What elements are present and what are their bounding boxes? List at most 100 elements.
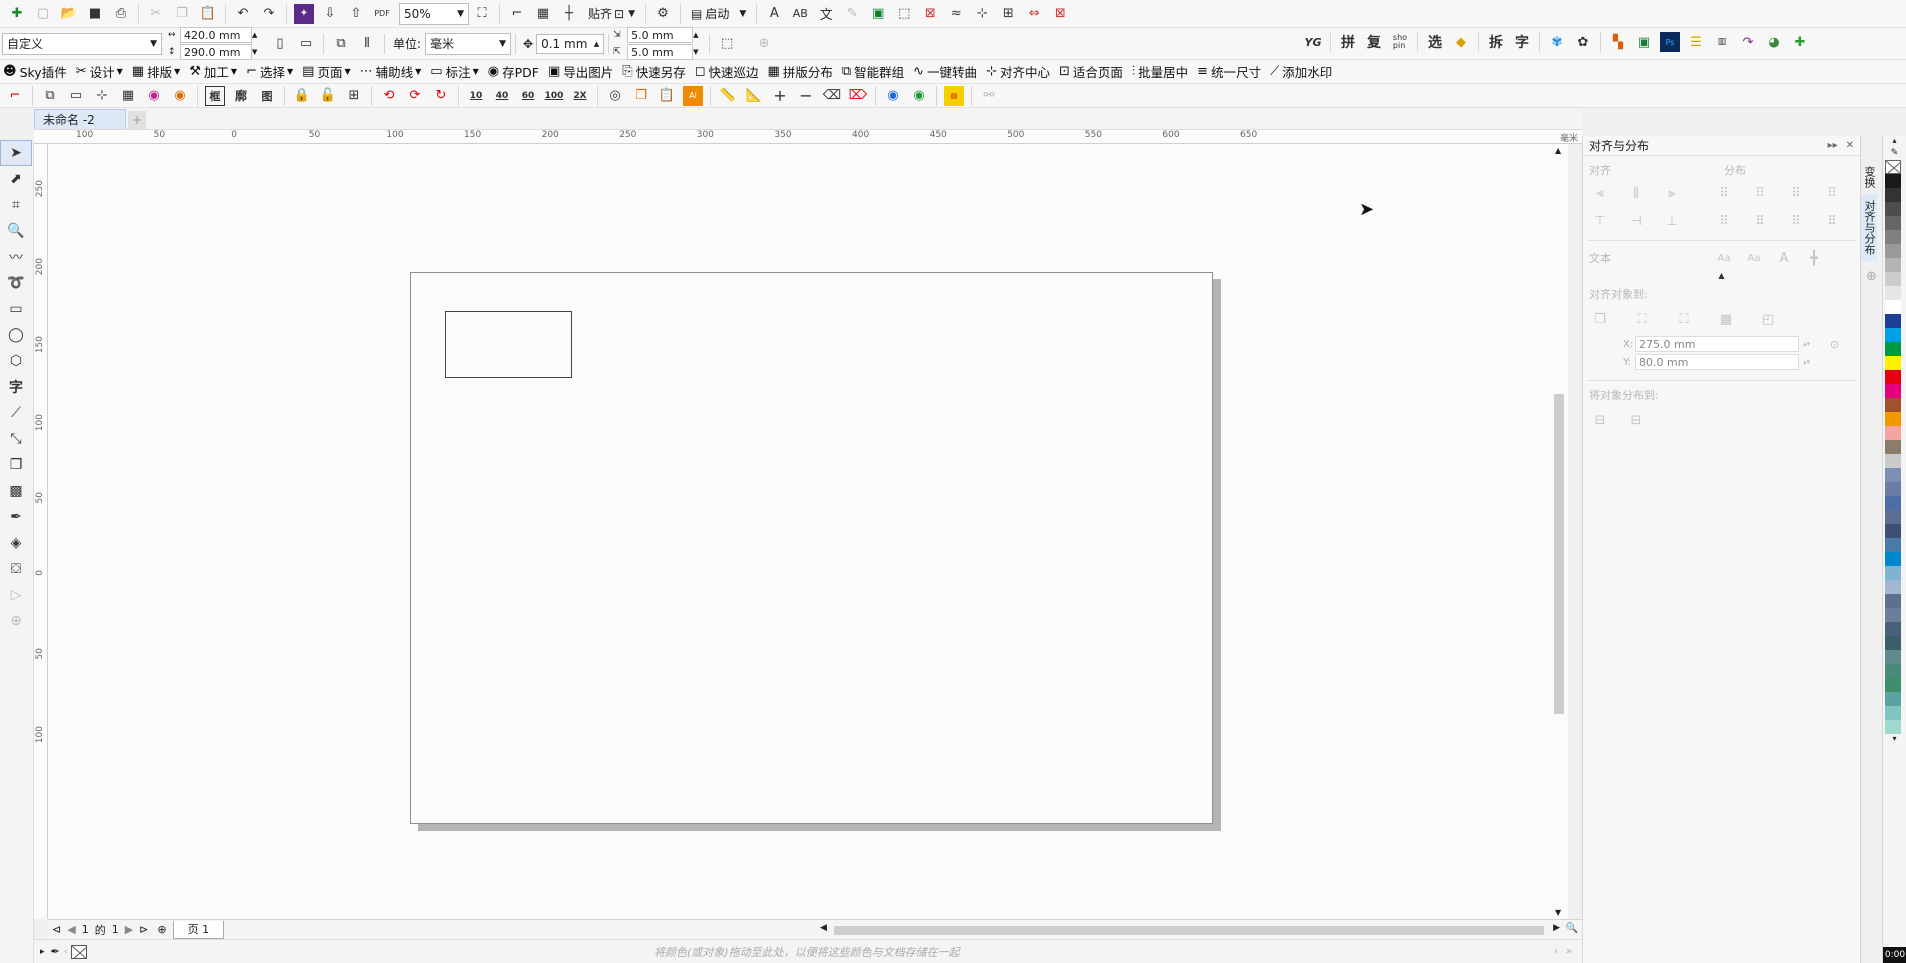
expand-icon[interactable]: ▸▸ xyxy=(1828,140,1838,151)
duplicate-x-input[interactable]: 5.0 mm xyxy=(627,27,694,43)
palette-scroll-down-icon[interactable]: ▾ xyxy=(1883,734,1906,743)
landscape-icon[interactable]: ▭ xyxy=(296,34,316,54)
color-swatch[interactable] xyxy=(1885,580,1901,594)
yg-button[interactable]: YG xyxy=(1303,32,1323,52)
color-swatch[interactable] xyxy=(1885,636,1901,650)
align-right-icon[interactable]: ⫸ xyxy=(1661,182,1683,204)
color-swatch[interactable] xyxy=(1885,328,1901,342)
orange-badge-icon[interactable]: ◉ xyxy=(170,86,190,106)
text-wen-icon[interactable]: 文 xyxy=(816,4,836,24)
link-icon[interactable]: ⚯ xyxy=(979,86,999,106)
ai-icon[interactable]: Ai xyxy=(683,85,703,106)
align-top-icon[interactable]: ⊤ xyxy=(1589,210,1611,232)
color-swatch[interactable] xyxy=(1885,174,1901,188)
plugin-item[interactable]: ∿ 一键转曲 xyxy=(913,62,977,81)
plugin-item[interactable]: ◻ 快速巡边 xyxy=(695,62,759,81)
zi-button[interactable]: 字 xyxy=(1512,32,1532,52)
side-tab-transform[interactable]: 变换 xyxy=(1861,160,1877,194)
color-swatch[interactable] xyxy=(1885,286,1901,300)
shape-tool-icon[interactable]: ⬈ xyxy=(0,166,32,192)
color-swatch[interactable] xyxy=(1885,342,1901,356)
rectangle-tool-icon[interactable]: ▭ xyxy=(0,296,32,322)
palette-next-icon[interactable]: › xyxy=(1554,946,1558,957)
list-icon[interactable]: ☰ xyxy=(1686,32,1706,52)
collapse-arrow-icon[interactable]: ▲ xyxy=(1583,271,1860,280)
distribute-top-icon[interactable]: ⠿ xyxy=(1713,210,1735,232)
page-frame-icon[interactable]: ⬚ xyxy=(717,34,737,54)
arrange-icon[interactable]: ⊞ xyxy=(998,4,1018,24)
red-eraser-icon[interactable]: ⌦ xyxy=(848,86,868,106)
duplicate-y-input[interactable]: 5.0 mm xyxy=(627,44,694,60)
plugin-item[interactable]: ⌐ 选择 ▼ xyxy=(246,62,293,81)
align-center-v-icon[interactable]: ⊣ xyxy=(1625,210,1647,232)
palette-arrow-icon[interactable]: ▸ xyxy=(40,947,45,957)
palette-options-icon[interactable]: ✎ xyxy=(1883,148,1906,160)
crop-tool-icon[interactable]: ⌗ xyxy=(0,192,32,218)
color-pen-icon[interactable]: ◆ xyxy=(1451,32,1471,52)
distribute-spacing-h-icon[interactable]: ⠿ xyxy=(1821,182,1843,204)
new-tab-button[interactable]: + xyxy=(128,111,146,129)
text-first-baseline-icon[interactable]: Aa xyxy=(1713,247,1735,269)
color-swatch[interactable] xyxy=(1885,566,1901,580)
align-to-grid-icon[interactable]: ▦ xyxy=(1715,308,1737,330)
no-color-swatch[interactable] xyxy=(71,944,88,959)
new-document-icon[interactable]: ✚ xyxy=(7,4,27,24)
color-swatch[interactable] xyxy=(1885,664,1901,678)
color-swatch[interactable] xyxy=(1885,412,1901,426)
color-swatch[interactable] xyxy=(1885,188,1901,202)
copy-icon[interactable]: ❐ xyxy=(172,4,192,24)
color-swatch[interactable] xyxy=(1885,244,1901,258)
plugin-item[interactable]: ▭ 标注 ▼ xyxy=(430,62,478,81)
green-tool-icon[interactable]: ▣ xyxy=(868,4,888,24)
first-page-icon[interactable]: ⊲ xyxy=(52,923,61,936)
green-badge-icon[interactable]: ◉ xyxy=(909,86,929,106)
kuang-button[interactable]: 框 xyxy=(205,85,225,106)
color-swatch[interactable] xyxy=(1885,230,1901,244)
red-logo-icon[interactable]: ⌐ xyxy=(5,86,25,106)
transparency-tool-icon[interactable]: ▩ xyxy=(0,478,32,504)
fill-tool-icon[interactable]: ◈ xyxy=(0,530,32,556)
page[interactable] xyxy=(410,272,1213,824)
color-swatch[interactable] xyxy=(1885,496,1901,510)
text-ab-icon[interactable]: AB xyxy=(790,4,810,24)
spin-icon[interactable]: ▴▾ xyxy=(1803,358,1810,366)
qr-icon[interactable]: ▦ xyxy=(118,86,138,106)
color-swatch[interactable] xyxy=(1885,468,1901,482)
show-grid-icon[interactable]: ▦ xyxy=(533,4,553,24)
distribute-spacing-v-icon[interactable]: ⠿ xyxy=(1821,210,1843,232)
minus-icon[interactable]: − xyxy=(796,86,816,106)
new-from-template-icon[interactable]: ▢ xyxy=(33,4,53,24)
text-bbox-icon[interactable]: A xyxy=(1773,247,1795,269)
lock-icon[interactable]: 🔒 xyxy=(292,86,312,106)
open-folder-icon[interactable]: 📂 xyxy=(59,4,79,24)
purple-arrow-icon[interactable]: ↷ xyxy=(1738,32,1758,52)
distribute-center-v-icon[interactable]: ⠿ xyxy=(1749,210,1771,232)
image-icon[interactable]: ▣ xyxy=(1634,32,1654,52)
color-swatch[interactable] xyxy=(1885,272,1901,286)
shopin-button[interactable]: sho pin xyxy=(1390,32,1410,52)
palette-end-icon[interactable]: » xyxy=(1566,946,1572,957)
artistic-media-icon[interactable]: ➰ xyxy=(0,270,32,296)
publish-pdf-icon[interactable]: PDF xyxy=(372,4,392,24)
ruler-strip-icon[interactable]: ▥ xyxy=(1712,32,1732,52)
plugin-item[interactable]: ⟋ 添加水印 xyxy=(1270,62,1332,81)
page-width-input[interactable]: 420.0 mm xyxy=(180,27,252,43)
last-page-icon[interactable]: ⊳ xyxy=(139,923,148,936)
pink-badge-icon[interactable]: ◉ xyxy=(144,86,164,106)
color-swatch[interactable] xyxy=(1885,216,1901,230)
color-swatch[interactable] xyxy=(1885,300,1901,314)
nudge-distance-input[interactable]: 0.1 mm ▲ xyxy=(536,33,605,54)
spin-icon[interactable]: ▼ xyxy=(252,48,262,56)
y-input[interactable]: 80.0 mm xyxy=(1635,354,1799,370)
spin-icon[interactable]: ▼ xyxy=(693,48,705,56)
pick-tool-icon[interactable]: ➤ xyxy=(0,140,32,166)
x-input[interactable]: 275.0 mm xyxy=(1635,336,1799,352)
paste-icon[interactable]: 📋 xyxy=(198,4,218,24)
drop-shadow-tool-icon[interactable]: ❒ xyxy=(0,452,32,478)
color-swatch[interactable] xyxy=(1885,356,1901,370)
align-to-point-icon[interactable]: ◰ xyxy=(1757,308,1779,330)
plus-icon[interactable]: + xyxy=(770,86,790,106)
portrait-icon[interactable]: ▯ xyxy=(270,34,290,54)
plugin-item[interactable]: ☻ Sky插件 xyxy=(3,62,67,81)
drawing-canvas[interactable]: ➤ ▲ ▼ xyxy=(48,144,1568,919)
